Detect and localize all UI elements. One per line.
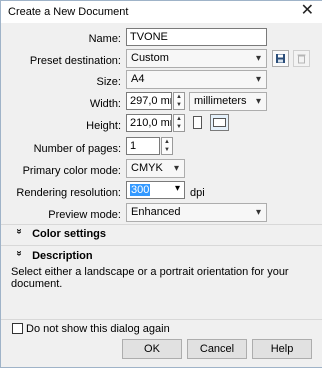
preset-destination-label: Preset destination:	[29, 55, 121, 67]
color-mode-select[interactable]: CMYK ▾	[126, 159, 185, 178]
save-preset-button[interactable]	[272, 50, 289, 67]
dialog-title: Create a New Document	[8, 6, 129, 18]
preset-destination-select[interactable]: Custom ▾	[126, 49, 267, 68]
resolution-unit: dpi	[190, 187, 205, 199]
pages-input[interactable]: 1	[126, 137, 160, 155]
color-mode-label: Primary color mode:	[22, 165, 121, 177]
units-select[interactable]: millimeters ▾	[189, 92, 267, 111]
divider	[1, 319, 322, 320]
name-input[interactable]: TVONE	[126, 28, 267, 46]
landscape-orientation-button[interactable]	[210, 114, 229, 131]
help-button[interactable]: Help	[252, 339, 312, 359]
color-mode-value: CMYK	[131, 162, 163, 174]
dont-show-checkbox[interactable]	[12, 323, 23, 334]
chevron-down-icon: ▾	[255, 96, 261, 107]
chevron-down-icon: ▾	[255, 53, 261, 64]
pages-spinner[interactable]: ▲ ▼	[161, 137, 173, 155]
close-icon[interactable]: ✕	[301, 2, 314, 20]
divider	[1, 245, 322, 246]
size-select[interactable]: A4 ▾	[126, 70, 267, 89]
description-heading: Description	[32, 250, 93, 262]
preset-destination-value: Custom	[131, 52, 169, 64]
trash-icon	[297, 54, 306, 64]
size-value: A4	[131, 73, 145, 85]
chevron-down-icon: ▾	[255, 74, 261, 85]
chevron-down-icon[interactable]: ▾	[175, 183, 180, 195]
spin-down-icon[interactable]: ▼	[174, 101, 184, 109]
dont-show-label[interactable]: Do not show this dialog again	[26, 323, 170, 335]
chevron-down-icon: ▾	[255, 207, 261, 218]
name-label: Name:	[88, 33, 121, 45]
expand-chevron-icon: »	[13, 250, 25, 257]
ok-button[interactable]: OK	[122, 339, 182, 359]
pages-label: Number of pages:	[33, 143, 121, 155]
units-value: millimeters	[194, 95, 247, 107]
spin-down-icon[interactable]: ▼	[174, 123, 184, 131]
spin-up-icon[interactable]: ▲	[174, 93, 184, 101]
width-input[interactable]: 297,0 mm	[126, 92, 172, 110]
preview-mode-value: Enhanced	[131, 206, 181, 218]
description-text: Select either a landscape or a portrait …	[11, 266, 289, 290]
description-toggle[interactable]: » Description	[13, 250, 93, 262]
spin-down-icon[interactable]: ▼	[162, 146, 172, 154]
preview-mode-label: Preview mode:	[48, 209, 121, 221]
resolution-value: 300	[130, 184, 151, 196]
width-label: Width:	[89, 98, 121, 110]
portrait-orientation-icon[interactable]	[193, 116, 202, 129]
preview-mode-select[interactable]: Enhanced ▾	[126, 203, 267, 222]
divider	[1, 224, 322, 225]
landscape-orientation-icon	[213, 118, 226, 127]
size-label: Size:	[96, 76, 121, 88]
cancel-button[interactable]: Cancel	[187, 339, 247, 359]
spin-up-icon[interactable]: ▲	[162, 138, 172, 146]
height-input[interactable]: 210,0 mm	[126, 114, 172, 132]
resolution-label: Rendering resolution:	[16, 187, 121, 199]
chevron-down-icon: ▾	[173, 163, 179, 174]
spin-up-icon[interactable]: ▲	[174, 115, 184, 123]
height-spinner[interactable]: ▲ ▼	[173, 114, 185, 132]
create-document-dialog: Create a New Document ✕ Name: TVONE Pres…	[0, 0, 322, 368]
resolution-input[interactable]: 300 ▾	[126, 181, 185, 199]
width-spinner[interactable]: ▲ ▼	[173, 92, 185, 110]
height-label: Height:	[86, 120, 121, 132]
expand-chevron-icon: »	[13, 228, 25, 235]
title-bar: Create a New Document ✕	[1, 1, 322, 23]
color-settings-toggle[interactable]: » Color settings	[13, 228, 107, 240]
color-settings-heading: Color settings	[32, 228, 107, 240]
save-icon	[276, 54, 285, 63]
delete-preset-button[interactable]	[293, 50, 310, 67]
